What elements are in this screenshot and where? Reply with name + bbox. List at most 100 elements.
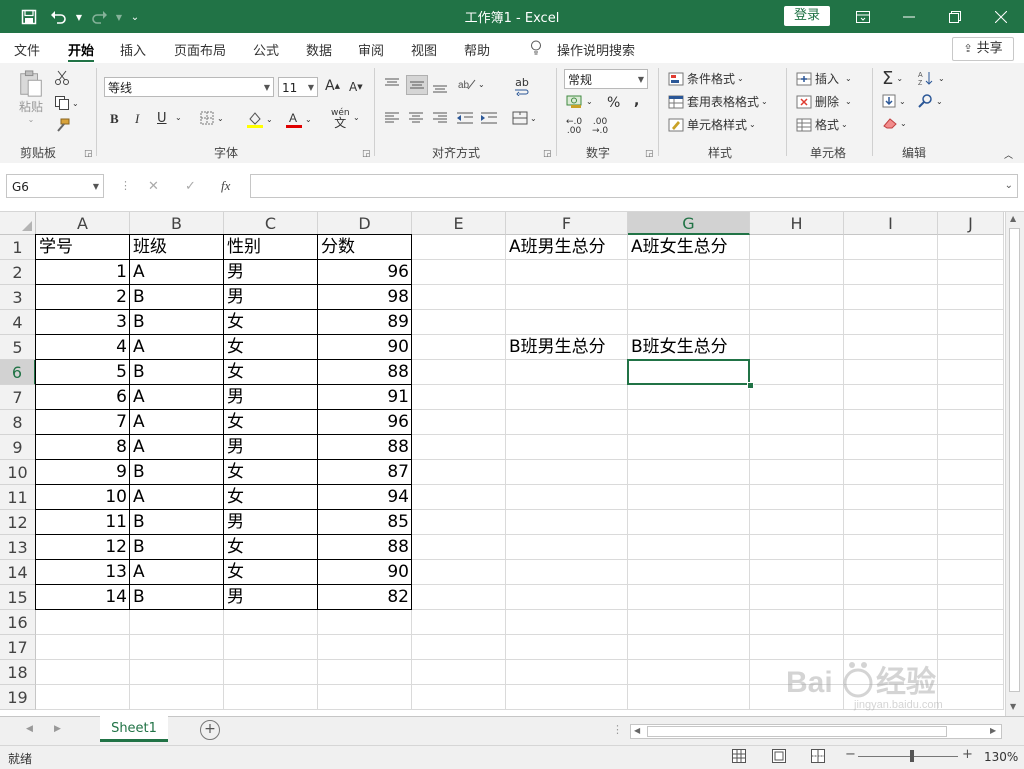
table-cell[interactable]: 91 (318, 385, 412, 410)
format-cells-button[interactable]: 格式 ⌄ (796, 116, 848, 133)
row-header-11[interactable]: 11 (0, 485, 36, 510)
row-header-6[interactable]: 6 (0, 360, 36, 385)
table-cell[interactable]: 98 (318, 285, 412, 310)
fill-color-icon[interactable]: ⌄ (246, 110, 273, 128)
cut-icon[interactable] (54, 70, 70, 86)
share-button[interactable]: ⇪ 共享 (952, 37, 1014, 61)
column-header-b[interactable]: B (130, 212, 224, 235)
align-left-icon[interactable] (384, 111, 400, 125)
table-cell[interactable]: 男 (224, 510, 318, 535)
table-cell[interactable]: A (130, 435, 224, 460)
name-box[interactable]: G6 ▼ (6, 174, 104, 198)
fill-icon[interactable]: ⌄ (882, 94, 906, 108)
tab-review[interactable]: 审阅 (358, 40, 384, 59)
table-header-cell[interactable]: 性别 (224, 235, 318, 260)
table-cell[interactable]: 女 (224, 485, 318, 510)
cell-g5[interactable]: B班女生总分 (628, 335, 731, 360)
table-cell[interactable]: 2 (36, 285, 130, 310)
row-header-15[interactable]: 15 (0, 585, 36, 610)
row-header-18[interactable]: 18 (0, 660, 36, 685)
table-cell[interactable]: 女 (224, 535, 318, 560)
row-header-9[interactable]: 9 (0, 435, 36, 460)
format-as-table-button[interactable]: 套用表格格式 ⌄ (668, 93, 768, 110)
tab-page-layout[interactable]: 页面布局 (174, 40, 226, 59)
table-cell[interactable]: 女 (224, 360, 318, 385)
cancel-entry-icon[interactable]: ✕ (148, 179, 159, 194)
underline-dropdown-icon[interactable]: ⌄ (175, 113, 182, 122)
table-header-cell[interactable]: 分数 (318, 235, 412, 260)
table-cell[interactable]: 男 (224, 260, 318, 285)
table-cell[interactable]: 11 (36, 510, 130, 535)
table-cell[interactable]: 8 (36, 435, 130, 460)
table-cell[interactable]: 85 (318, 510, 412, 535)
tab-insert[interactable]: 插入 (120, 40, 146, 59)
accounting-format-icon[interactable]: ⌄ (566, 94, 593, 108)
sign-in-button[interactable]: 登录 (784, 6, 830, 26)
row-header-5[interactable]: 5 (0, 335, 36, 360)
decrease-indent-icon[interactable] (456, 111, 474, 125)
row-header-7[interactable]: 7 (0, 385, 36, 410)
tell-me-search[interactable]: 操作说明搜索 (557, 40, 635, 59)
italic-button[interactable]: I (135, 111, 139, 127)
prev-sheet-icon[interactable]: ◀ (26, 724, 33, 734)
worksheet-grid[interactable]: A B C D E F G H I J 1 2 3 4 5 6 7 8 9 10 11 12 13 14 15 16 17 18 19 学… (0, 212, 1024, 716)
table-cell[interactable]: B (130, 360, 224, 385)
zoom-out-icon[interactable]: − (845, 747, 856, 762)
row-header-17[interactable]: 17 (0, 635, 36, 660)
page-layout-view-icon[interactable] (772, 749, 786, 766)
insert-function-icon[interactable]: fx (221, 178, 230, 194)
row-header-2[interactable]: 2 (0, 260, 36, 285)
column-header-i[interactable]: I (844, 212, 938, 235)
tab-home[interactable]: 开始 (68, 40, 94, 59)
autosum-icon[interactable]: Σ ⌄ (882, 68, 903, 89)
align-top-icon[interactable] (384, 77, 400, 91)
column-header-f[interactable]: F (506, 212, 628, 235)
tab-help[interactable]: 帮助 (464, 40, 490, 59)
grow-font-button[interactable]: A ▲ (325, 78, 340, 94)
vertical-scroll-thumb[interactable] (1009, 228, 1020, 692)
scroll-right-icon[interactable]: ▶ (990, 726, 996, 735)
next-sheet-icon[interactable]: ▶ (54, 724, 61, 734)
row-header-12[interactable]: 12 (0, 510, 36, 535)
ribbon-display-options-icon[interactable] (840, 0, 886, 33)
table-cell[interactable]: B (130, 535, 224, 560)
zoom-level[interactable]: 130% (984, 750, 1018, 764)
table-cell[interactable]: 10 (36, 485, 130, 510)
row-header-3[interactable]: 3 (0, 285, 36, 310)
table-cell[interactable]: 男 (224, 385, 318, 410)
table-cell[interactable]: 女 (224, 335, 318, 360)
tab-view[interactable]: 视图 (411, 40, 437, 59)
table-cell[interactable]: 90 (318, 335, 412, 360)
table-cell[interactable]: 6 (36, 385, 130, 410)
restore-icon[interactable] (932, 0, 978, 33)
clear-icon[interactable]: ⌄ (882, 117, 907, 129)
tab-data[interactable]: 数据 (306, 40, 332, 59)
table-cell[interactable]: 90 (318, 560, 412, 585)
tab-formulas[interactable]: 公式 (253, 40, 279, 59)
decrease-decimal-button[interactable]: .00 →.0 (592, 118, 608, 136)
column-header-e[interactable]: E (412, 212, 506, 235)
table-cell[interactable]: A (130, 410, 224, 435)
page-break-view-icon[interactable] (811, 749, 825, 766)
table-cell[interactable]: 88 (318, 360, 412, 385)
table-cell[interactable]: 1 (36, 260, 130, 285)
orientation-icon[interactable]: ab ⌄ (458, 77, 485, 92)
table-cell[interactable]: A (130, 260, 224, 285)
find-select-icon[interactable]: ⌄ (918, 94, 943, 108)
confirm-entry-icon[interactable]: ✓ (185, 179, 196, 194)
font-name-combo[interactable]: 等线 ▼ (104, 77, 274, 97)
table-cell[interactable]: 96 (318, 410, 412, 435)
horizontal-scrollbar[interactable]: ◀ ▶ (630, 724, 1002, 739)
table-cell[interactable]: B (130, 285, 224, 310)
table-cell[interactable]: 87 (318, 460, 412, 485)
add-sheet-icon[interactable]: + (200, 720, 220, 740)
table-cell[interactable]: 7 (36, 410, 130, 435)
table-cell[interactable]: 女 (224, 460, 318, 485)
row-header-14[interactable]: 14 (0, 560, 36, 585)
sheet-tab-sheet1[interactable]: Sheet1 (100, 716, 168, 742)
borders-icon[interactable]: ⌄ (200, 111, 224, 125)
increase-indent-icon[interactable] (480, 111, 498, 125)
table-cell[interactable]: B (130, 460, 224, 485)
scroll-left-icon[interactable]: ◀ (634, 726, 640, 735)
scroll-up-icon[interactable]: ▲ (1010, 214, 1016, 223)
